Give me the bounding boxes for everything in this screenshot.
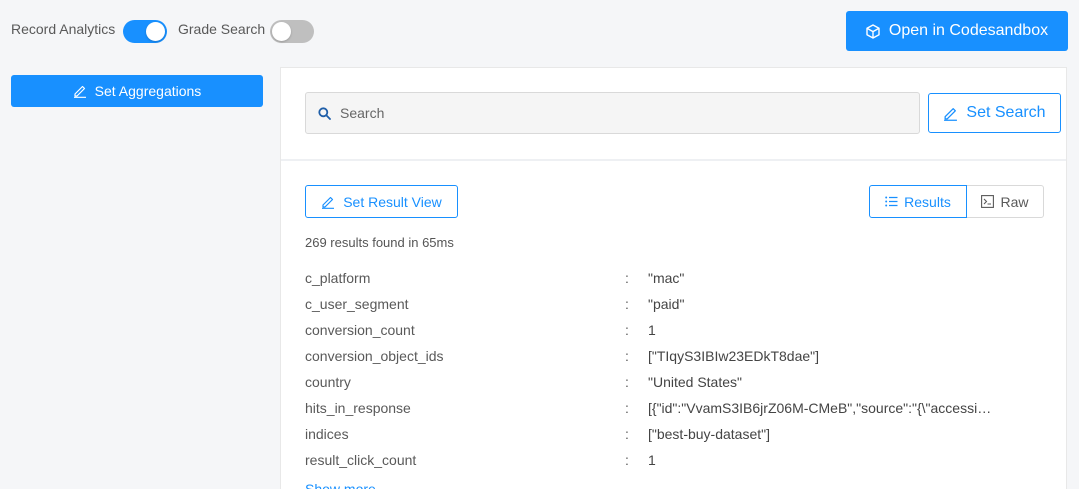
field-value: "mac"	[648, 270, 685, 286]
set-result-view-label: Set Result View	[343, 193, 442, 210]
field-key: country	[305, 374, 351, 390]
code-icon	[981, 195, 995, 208]
field-separator: :	[625, 374, 629, 390]
search-icon	[318, 106, 331, 120]
list-item: c_user_segment: "paid"	[305, 296, 1045, 316]
field-separator: :	[625, 452, 629, 468]
field-value: [{"id":"VvamS3IB6jrZ06M-CMeB","source":"…	[648, 400, 993, 416]
codesandbox-icon	[866, 23, 880, 39]
set-aggregations-label: Set Aggregations	[94, 83, 202, 99]
record-analytics-label: Record Analytics	[11, 21, 116, 37]
tab-results-label: Results	[904, 193, 951, 210]
list-item: conversion_count: 1	[305, 322, 1045, 342]
list-icon	[885, 196, 898, 207]
main-panel: Set Search Set Result View Results Raw 2…	[280, 67, 1067, 489]
set-aggregations-button[interactable]: Set Aggregations	[11, 75, 263, 107]
results-count: 269 results found in 65ms	[305, 235, 454, 250]
search-input[interactable]	[340, 105, 900, 121]
field-key: c_platform	[305, 270, 371, 286]
field-key: c_user_segment	[305, 296, 409, 312]
field-value: "paid"	[648, 296, 685, 312]
field-value: 1	[648, 452, 656, 468]
field-separator: :	[625, 348, 629, 364]
edit-icon	[73, 84, 87, 98]
field-value: 1	[648, 322, 656, 338]
list-item: conversion_object_ids: ["TIqyS3IBIw23EDkT…	[305, 348, 1045, 368]
toggle-knob	[272, 22, 291, 41]
divider	[281, 159, 1066, 161]
field-value: ["best-buy-dataset"]	[648, 426, 771, 442]
grade-search-toggle[interactable]	[270, 20, 314, 43]
list-item: indices: ["best-buy-dataset"]	[305, 426, 1045, 446]
record-analytics-toggle[interactable]	[123, 20, 167, 43]
list-item: result_click_count: 1	[305, 452, 1045, 472]
edit-icon	[321, 195, 335, 209]
list-item: hits_in_response: [{"id":"VvamS3IB6jrZ06M…	[305, 400, 1045, 420]
top-bar: Record Analytics Grade Search Open in Co…	[0, 0, 1079, 64]
tab-raw[interactable]: Raw	[966, 185, 1044, 218]
toggle-knob	[146, 22, 165, 41]
tab-raw-label: Raw	[1000, 193, 1029, 210]
set-result-view-button[interactable]: Set Result View	[305, 185, 458, 218]
show-more-link[interactable]: Show more	[305, 481, 376, 489]
open-in-codesandbox-button[interactable]: Open in Codesandbox	[846, 11, 1068, 51]
field-key: indices	[305, 426, 349, 442]
list-item: c_platform: "mac"	[305, 270, 1045, 290]
field-key: conversion_object_ids	[305, 348, 444, 364]
field-separator: :	[625, 270, 629, 286]
field-key: result_click_count	[305, 452, 417, 468]
field-key: conversion_count	[305, 322, 415, 338]
edit-icon	[943, 106, 958, 121]
field-separator: :	[625, 322, 629, 338]
field-separator: :	[625, 400, 629, 416]
field-key: hits_in_response	[305, 400, 411, 416]
tab-results[interactable]: Results	[869, 185, 967, 218]
codesandbox-label: Open in Codesandbox	[888, 22, 1049, 39]
list-item: country: "United States"	[305, 374, 1045, 394]
field-value: "United States"	[648, 374, 742, 390]
field-separator: :	[625, 426, 629, 442]
field-separator: :	[625, 296, 629, 312]
grade-search-label: Grade Search	[178, 21, 266, 37]
search-box[interactable]	[305, 92, 920, 134]
set-search-label: Set Search	[966, 104, 1046, 121]
set-search-button[interactable]: Set Search	[928, 93, 1061, 133]
field-value: ["TIqyS3IBIw23EDkT8dae"]	[648, 348, 820, 364]
